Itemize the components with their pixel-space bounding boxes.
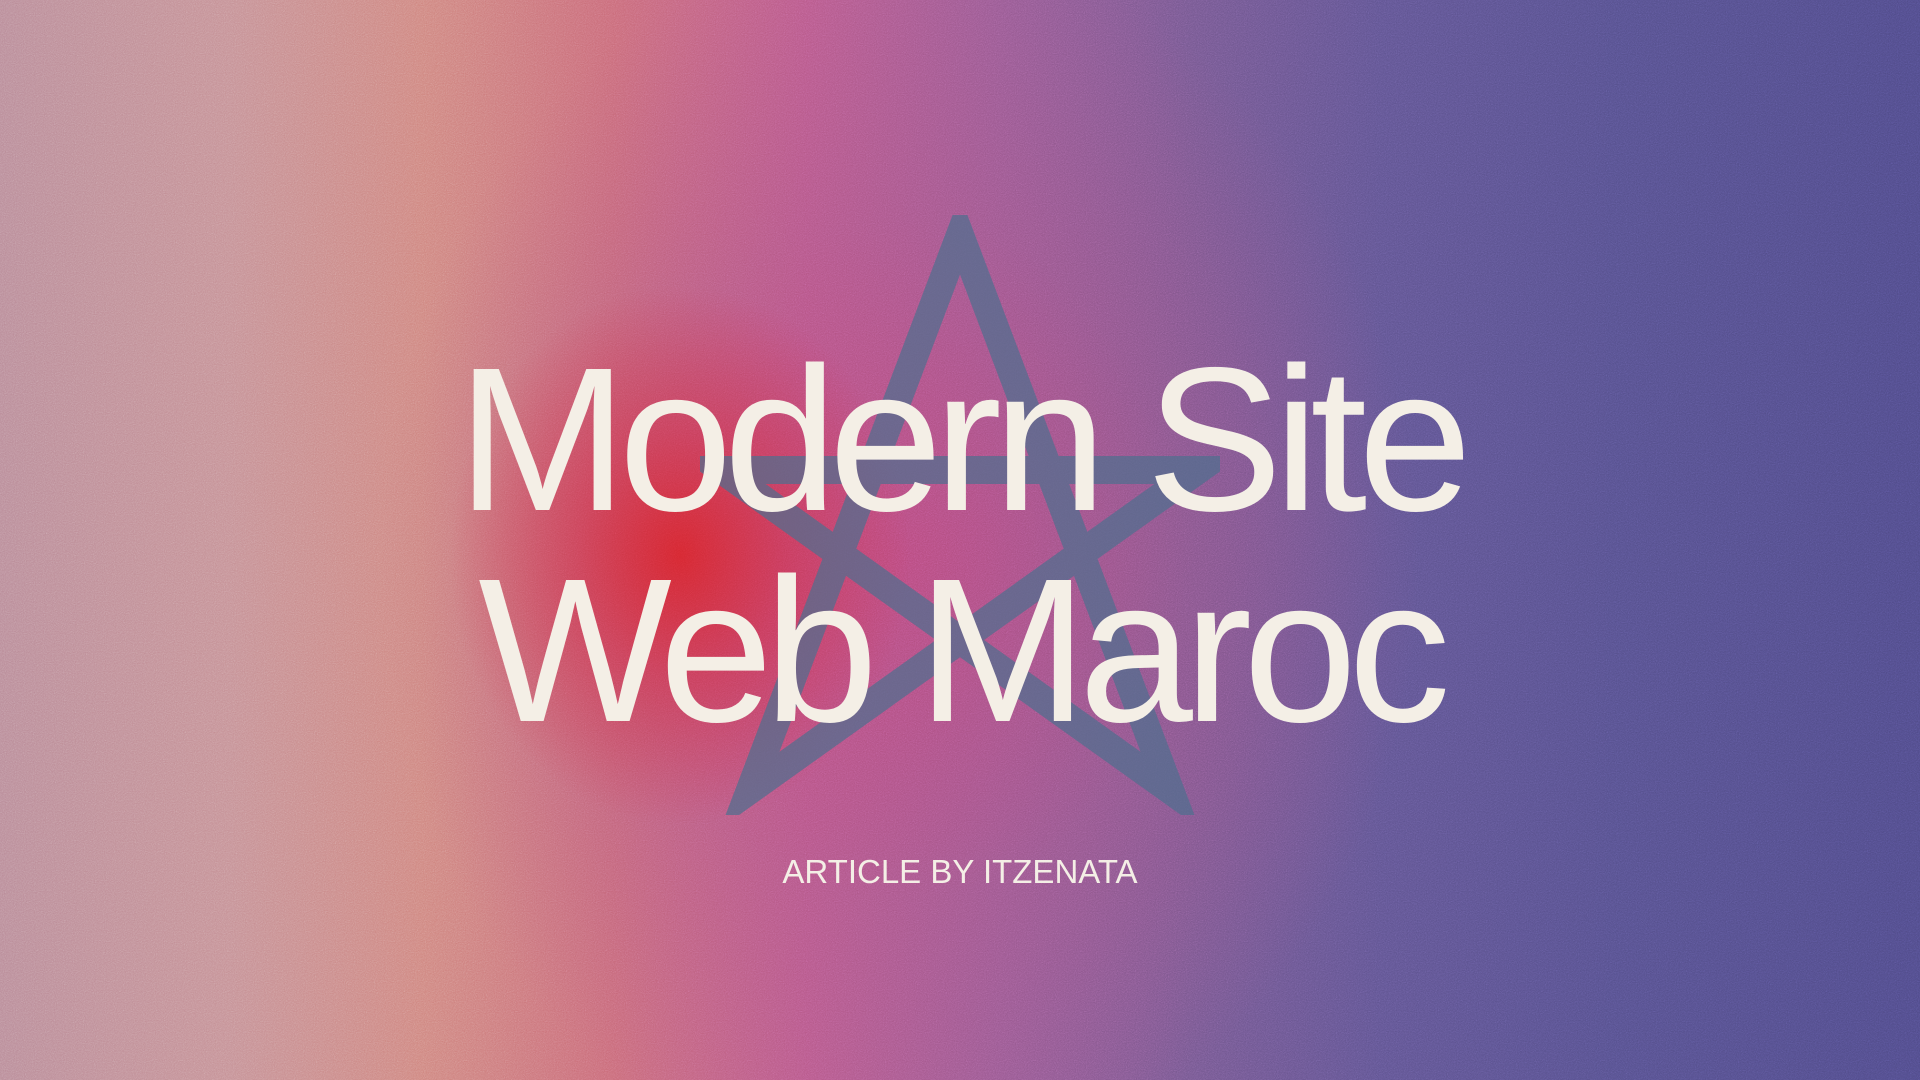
title-line-1: Modern Site: [456, 325, 1472, 554]
title-line-2: Web Maroc: [478, 536, 1450, 765]
article-byline: ARTICLE BY ITZENATA: [782, 853, 1138, 890]
hero-banner: Modern Site Web Maroc ARTICLE BY ITZENAT…: [0, 0, 1920, 1080]
